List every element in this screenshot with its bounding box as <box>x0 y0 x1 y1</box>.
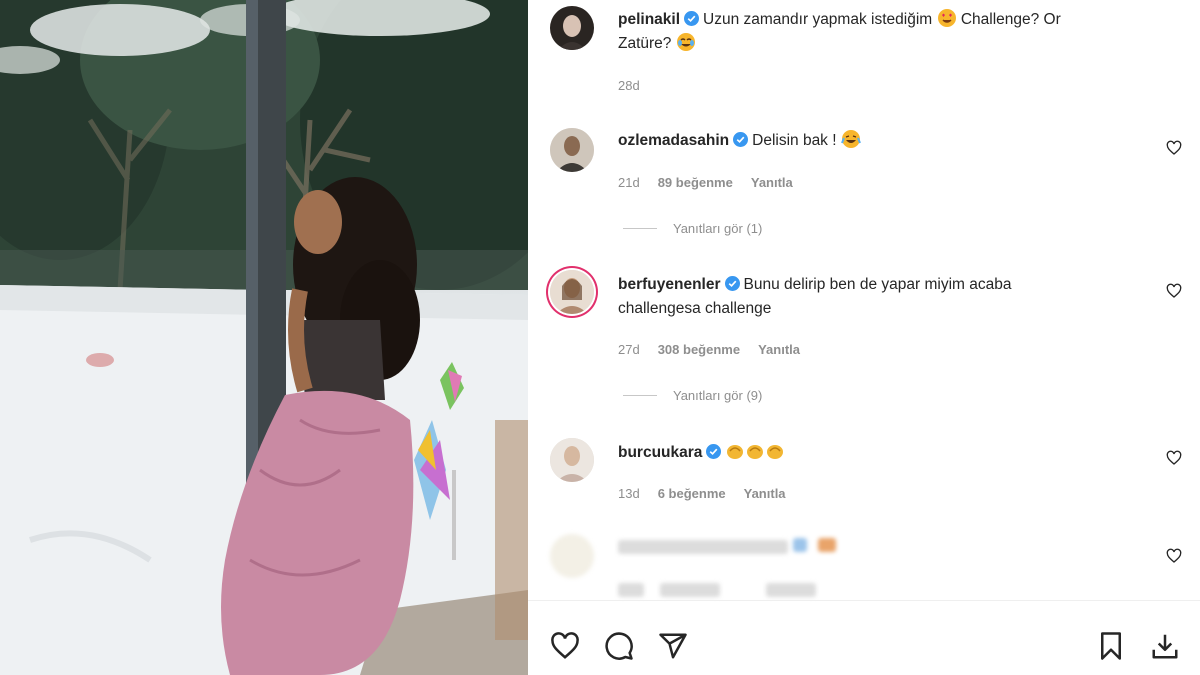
comment-3-meta: 13d 6 beğenme Yanıtla <box>618 486 786 501</box>
comment-1-likes[interactable]: 89 beğenme <box>658 175 733 190</box>
caption-time: 28d <box>618 78 640 93</box>
comment-3-like-heart-icon[interactable] <box>1166 450 1182 466</box>
verified-badge-icon <box>733 132 749 147</box>
comment-2-like-heart-icon[interactable] <box>1166 283 1182 299</box>
send-icon <box>659 633 687 659</box>
caption-text-3: Zatüre? <box>618 35 672 52</box>
comment-4-like-heart-icon[interactable] <box>1166 548 1182 564</box>
commenter-avatar[interactable] <box>550 438 594 482</box>
comment-1-reply-button[interactable]: Yanıtla <box>751 175 793 190</box>
clapping-hands-emoji-icon <box>727 445 744 459</box>
heart-eyes-emoji-icon <box>937 9 956 27</box>
clapping-hands-emoji-icon <box>767 445 784 459</box>
comment-2-view-replies-label[interactable]: Yanıtları gör (9) <box>673 388 762 403</box>
comment-1-time: 21d <box>618 175 640 190</box>
clapping-hands-emoji-icon <box>747 445 764 459</box>
heart-icon <box>551 632 579 659</box>
comment-1-view-replies[interactable]: Yanıtları gör (1) <box>623 221 762 236</box>
comment-1-body: Delisin bak ! <box>752 132 837 149</box>
commenter-avatar[interactable] <box>550 270 594 314</box>
comment-1-like-heart-icon[interactable] <box>1166 140 1182 156</box>
comment-2-view-replies[interactable]: Yanıtları gör (9) <box>623 388 762 403</box>
post-action-bar <box>528 600 1200 675</box>
comment-1-username[interactable]: ozlemadasahin <box>618 132 729 149</box>
blurred-emoji <box>818 538 836 552</box>
comment-2-username[interactable]: berfuyenenler <box>618 276 721 293</box>
verified-badge-icon <box>706 444 722 459</box>
commenter-avatar[interactable] <box>550 128 594 172</box>
caption-text-1: Uzun zamandır yapmak istediğim <box>703 11 933 28</box>
tears-of-joy-emoji-icon <box>676 33 695 51</box>
verified-badge-icon <box>724 276 740 291</box>
author-username[interactable]: pelinakil <box>618 11 680 28</box>
blurred-meta <box>766 583 816 597</box>
comment-3-likes[interactable]: 6 beğenme <box>658 486 726 501</box>
bookmark-icon <box>1101 632 1121 660</box>
comment-2-body-line1: Bunu delirip ben de yapar miyim acaba <box>743 276 1012 293</box>
comment-3-username[interactable]: burcuukara <box>618 444 702 461</box>
loudly-laughing-emoji-icon <box>840 130 861 148</box>
verified-badge-icon <box>684 11 700 26</box>
comment-3-text: burcuukara <box>618 441 1138 465</box>
caption-text-2: Challenge? Or <box>960 11 1061 28</box>
save-button[interactable] <box>1096 631 1126 661</box>
comment-icon <box>605 632 633 660</box>
replies-divider <box>623 395 657 396</box>
blurred-username <box>618 540 788 554</box>
comment-2-meta: 27d 308 beğenme Yanıtla <box>618 342 800 357</box>
media-image <box>0 0 528 675</box>
author-avatar[interactable] <box>550 6 594 50</box>
comment-3-reply-button[interactable]: Yanıtla <box>744 486 786 501</box>
comment-2-body-line2: challengesa challenge <box>618 300 772 317</box>
comment-1-text: ozlemadasahin Delisin bak ! <box>618 129 1138 153</box>
like-button[interactable] <box>550 631 580 661</box>
comment-button[interactable] <box>604 631 634 661</box>
post-media[interactable] <box>0 0 528 675</box>
comment-2-text: berfuyenenler Bunu delirip ben de yapar m… <box>618 273 1138 321</box>
download-button[interactable] <box>1150 631 1180 661</box>
blurred-commenter-avatar <box>550 534 594 578</box>
blurred-emoji <box>793 538 807 552</box>
comment-2-time: 27d <box>618 342 640 357</box>
comments-panel: pelinakil Uzun zamandır yapmak istediğim … <box>528 0 1200 675</box>
comment-2-likes[interactable]: 308 beğenme <box>658 342 740 357</box>
comment-2-reply-button[interactable]: Yanıtla <box>758 342 800 357</box>
comment-3-time: 13d <box>618 486 640 501</box>
blurred-meta <box>660 583 720 597</box>
caption-meta: 28d <box>618 78 640 93</box>
comment-1-view-replies-label[interactable]: Yanıtları gör (1) <box>673 221 762 236</box>
comment-1-meta: 21d 89 beğenme Yanıtla <box>618 175 793 190</box>
download-icon <box>1152 634 1178 659</box>
post-caption: pelinakil Uzun zamandır yapmak istediğim … <box>618 8 1138 56</box>
blurred-meta <box>618 583 644 597</box>
share-button[interactable] <box>658 631 688 661</box>
replies-divider <box>623 228 657 229</box>
